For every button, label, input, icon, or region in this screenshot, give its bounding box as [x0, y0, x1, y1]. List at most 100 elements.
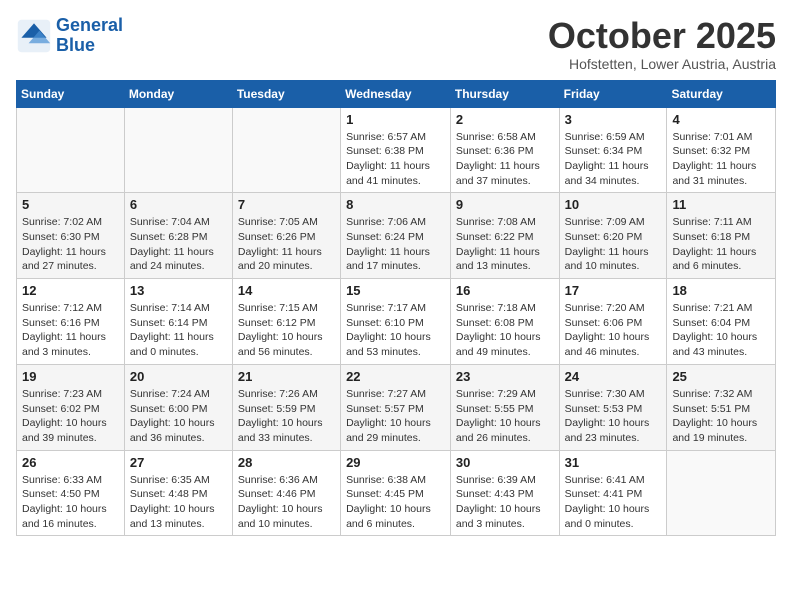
day-info: Sunrise: 6:39 AM Sunset: 4:43 PM Dayligh…: [456, 473, 554, 532]
day-number: 25: [672, 369, 770, 384]
day-info: Sunrise: 7:30 AM Sunset: 5:53 PM Dayligh…: [565, 387, 662, 446]
day-number: 11: [672, 197, 770, 212]
calendar-cell: 3Sunrise: 6:59 AM Sunset: 6:34 PM Daylig…: [559, 107, 667, 193]
day-number: 26: [22, 455, 119, 470]
weekday-header-row: SundayMondayTuesdayWednesdayThursdayFrid…: [17, 80, 776, 107]
day-info: Sunrise: 6:38 AM Sunset: 4:45 PM Dayligh…: [346, 473, 445, 532]
day-info: Sunrise: 6:35 AM Sunset: 4:48 PM Dayligh…: [130, 473, 227, 532]
day-info: Sunrise: 6:36 AM Sunset: 4:46 PM Dayligh…: [238, 473, 335, 532]
day-info: Sunrise: 6:57 AM Sunset: 6:38 PM Dayligh…: [346, 130, 445, 189]
day-info: Sunrise: 7:02 AM Sunset: 6:30 PM Dayligh…: [22, 215, 119, 274]
calendar-week-row: 19Sunrise: 7:23 AM Sunset: 6:02 PM Dayli…: [17, 364, 776, 450]
day-number: 14: [238, 283, 335, 298]
logo-line2: Blue: [56, 35, 95, 55]
day-number: 20: [130, 369, 227, 384]
day-number: 27: [130, 455, 227, 470]
day-number: 8: [346, 197, 445, 212]
day-number: 15: [346, 283, 445, 298]
day-number: 18: [672, 283, 770, 298]
calendar-week-row: 1Sunrise: 6:57 AM Sunset: 6:38 PM Daylig…: [17, 107, 776, 193]
calendar-week-row: 26 Sunrise: 6:33 AM Sunset: 4:50 PM Dayli…: [17, 450, 776, 536]
day-number: 23: [456, 369, 554, 384]
month-title: October 2025: [548, 16, 776, 56]
day-info: Sunrise: 7:01 AM Sunset: 6:32 PM Dayligh…: [672, 130, 770, 189]
day-info: Sunrise: 7:11 AM Sunset: 6:18 PM Dayligh…: [672, 215, 770, 274]
day-number: 16: [456, 283, 554, 298]
calendar-cell: 9 Sunrise: 7:08 AM Sunset: 6:22 PM Daylig…: [450, 193, 559, 279]
page-header: General Blue October 2025 Hofstetten, Lo…: [16, 16, 776, 72]
calendar-cell: 28 Sunrise: 6:36 AM Sunset: 4:46 PM Dayli…: [232, 450, 340, 536]
weekday-header-tuesday: Tuesday: [232, 80, 340, 107]
weekday-header-saturday: Saturday: [667, 80, 776, 107]
day-number: 22: [346, 369, 445, 384]
calendar-cell: 29 Sunrise: 6:38 AM Sunset: 4:45 PM Dayli…: [341, 450, 451, 536]
day-number: 17: [565, 283, 662, 298]
location: Hofstetten, Lower Austria, Austria: [548, 56, 776, 72]
day-number: 31: [565, 455, 662, 470]
calendar-cell: 8Sunrise: 7:06 AM Sunset: 6:24 PM Daylig…: [341, 193, 451, 279]
day-number: 28: [238, 455, 335, 470]
day-number: 2: [456, 112, 554, 127]
logo: General Blue: [16, 16, 123, 56]
calendar-cell: 30Sunrise: 6:39 AM Sunset: 4:43 PM Dayli…: [450, 450, 559, 536]
day-info: Sunrise: 7:23 AM Sunset: 6:02 PM Dayligh…: [22, 387, 119, 446]
calendar-cell: 1Sunrise: 6:57 AM Sunset: 6:38 PM Daylig…: [341, 107, 451, 193]
day-number: 29: [346, 455, 445, 470]
calendar-cell: 20 Sunrise: 7:24 AM Sunset: 6:00 PM Dayli…: [124, 364, 232, 450]
weekday-header-monday: Monday: [124, 80, 232, 107]
day-info: Sunrise: 7:24 AM Sunset: 6:00 PM Dayligh…: [130, 387, 227, 446]
calendar-cell: 22 Sunrise: 7:27 AM Sunset: 5:57 PM Dayli…: [341, 364, 451, 450]
calendar-cell: 12Sunrise: 7:12 AM Sunset: 6:16 PM Dayli…: [17, 279, 125, 365]
day-info: Sunrise: 7:09 AM Sunset: 6:20 PM Dayligh…: [565, 215, 662, 274]
calendar-cell: 7Sunrise: 7:05 AM Sunset: 6:26 PM Daylig…: [232, 193, 340, 279]
logo-line1: General: [56, 15, 123, 35]
day-info: Sunrise: 7:18 AM Sunset: 6:08 PM Dayligh…: [456, 301, 554, 360]
calendar-cell: 16 Sunrise: 7:18 AM Sunset: 6:08 PM Dayli…: [450, 279, 559, 365]
day-info: Sunrise: 6:33 AM Sunset: 4:50 PM Dayligh…: [22, 473, 119, 532]
title-block: October 2025 Hofstetten, Lower Austria, …: [548, 16, 776, 72]
calendar-cell: [17, 107, 125, 193]
day-info: Sunrise: 6:59 AM Sunset: 6:34 PM Dayligh…: [565, 130, 662, 189]
day-number: 21: [238, 369, 335, 384]
day-number: 7: [238, 197, 335, 212]
calendar-cell: 17 Sunrise: 7:20 AM Sunset: 6:06 PM Dayli…: [559, 279, 667, 365]
calendar-week-row: 12Sunrise: 7:12 AM Sunset: 6:16 PM Dayli…: [17, 279, 776, 365]
calendar-cell: 21 Sunrise: 7:26 AM Sunset: 5:59 PM Dayli…: [232, 364, 340, 450]
day-info: Sunrise: 7:12 AM Sunset: 6:16 PM Dayligh…: [22, 301, 119, 360]
day-info: Sunrise: 6:58 AM Sunset: 6:36 PM Dayligh…: [456, 130, 554, 189]
day-info: Sunrise: 7:08 AM Sunset: 6:22 PM Dayligh…: [456, 215, 554, 274]
weekday-header-wednesday: Wednesday: [341, 80, 451, 107]
calendar-cell: 5Sunrise: 7:02 AM Sunset: 6:30 PM Daylig…: [17, 193, 125, 279]
calendar-cell: 6 Sunrise: 7:04 AM Sunset: 6:28 PM Daylig…: [124, 193, 232, 279]
calendar-cell: 31Sunrise: 6:41 AM Sunset: 4:41 PM Dayli…: [559, 450, 667, 536]
day-number: 10: [565, 197, 662, 212]
calendar-week-row: 5Sunrise: 7:02 AM Sunset: 6:30 PM Daylig…: [17, 193, 776, 279]
day-info: Sunrise: 7:21 AM Sunset: 6:04 PM Dayligh…: [672, 301, 770, 360]
day-info: Sunrise: 7:04 AM Sunset: 6:28 PM Dayligh…: [130, 215, 227, 274]
calendar-cell: 15Sunrise: 7:17 AM Sunset: 6:10 PM Dayli…: [341, 279, 451, 365]
day-info: Sunrise: 7:26 AM Sunset: 5:59 PM Dayligh…: [238, 387, 335, 446]
day-number: 13: [130, 283, 227, 298]
calendar-cell: 14 Sunrise: 7:15 AM Sunset: 6:12 PM Dayli…: [232, 279, 340, 365]
day-number: 6: [130, 197, 227, 212]
calendar-cell: 18 Sunrise: 7:21 AM Sunset: 6:04 PM Dayli…: [667, 279, 776, 365]
day-info: Sunrise: 7:20 AM Sunset: 6:06 PM Dayligh…: [565, 301, 662, 360]
day-number: 9: [456, 197, 554, 212]
calendar-cell: 10 Sunrise: 7:09 AM Sunset: 6:20 PM Dayli…: [559, 193, 667, 279]
weekday-header-thursday: Thursday: [450, 80, 559, 107]
calendar-cell: 4 Sunrise: 7:01 AM Sunset: 6:32 PM Daylig…: [667, 107, 776, 193]
calendar-cell: 11 Sunrise: 7:11 AM Sunset: 6:18 PM Dayli…: [667, 193, 776, 279]
day-info: Sunrise: 7:14 AM Sunset: 6:14 PM Dayligh…: [130, 301, 227, 360]
calendar-cell: 13 Sunrise: 7:14 AM Sunset: 6:14 PM Dayli…: [124, 279, 232, 365]
day-info: Sunrise: 7:32 AM Sunset: 5:51 PM Dayligh…: [672, 387, 770, 446]
day-info: Sunrise: 7:27 AM Sunset: 5:57 PM Dayligh…: [346, 387, 445, 446]
day-info: Sunrise: 7:15 AM Sunset: 6:12 PM Dayligh…: [238, 301, 335, 360]
day-number: 24: [565, 369, 662, 384]
calendar-cell: 23 Sunrise: 7:29 AM Sunset: 5:55 PM Dayli…: [450, 364, 559, 450]
calendar-cell: 27 Sunrise: 6:35 AM Sunset: 4:48 PM Dayli…: [124, 450, 232, 536]
day-number: 4: [672, 112, 770, 127]
calendar-cell: 25 Sunrise: 7:32 AM Sunset: 5:51 PM Dayli…: [667, 364, 776, 450]
weekday-header-sunday: Sunday: [17, 80, 125, 107]
day-info: Sunrise: 7:29 AM Sunset: 5:55 PM Dayligh…: [456, 387, 554, 446]
calendar-cell: [232, 107, 340, 193]
